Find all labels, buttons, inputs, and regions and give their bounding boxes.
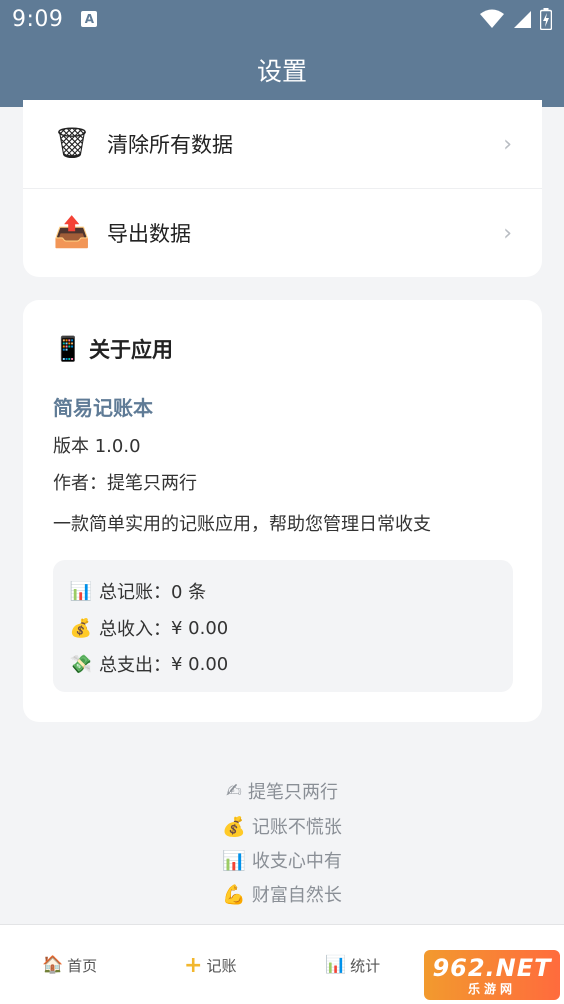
watermark-logo: 962.NET 乐游网 [424, 950, 560, 1000]
stat-total-expense: 💸 总支出： ¥ 0.00 [69, 651, 228, 677]
stats-panel: 📊 总记账： 0 条 💰 总收入： ¥ 0.00 💸 总支出： ¥ 0.00 [53, 560, 513, 692]
money-bag-icon: 💰 [69, 617, 93, 639]
about-heading: 📱 关于应用 [53, 334, 173, 364]
about-card: 📱 关于应用 简易记账本 版本 1.0.0 作者：提笔只两行 一款简单实用的记账… [23, 300, 542, 722]
chevron-right-icon: › [503, 220, 512, 246]
watermark-text: 962.NET [432, 953, 552, 982]
signal-icon [514, 11, 531, 28]
tab-home[interactable]: 🏠 首页 [42, 925, 97, 1004]
chevron-right-icon: › [503, 131, 512, 157]
battery-icon [540, 8, 552, 30]
mobile-phone-icon: 📱 [53, 335, 83, 363]
wifi-icon [480, 9, 504, 28]
money-bag-icon: 💰 [222, 815, 246, 838]
slogan-text: 记账不慌张 [251, 817, 342, 838]
slogan-text: 提笔只两行 [247, 782, 338, 803]
status-time: 9:09 [12, 6, 64, 32]
version-text: 版本 1.0.0 [53, 436, 141, 457]
watermark-subtext: 乐游网 [467, 981, 516, 996]
slogan-line: 📊 收支心中有 [0, 847, 564, 873]
clear-all-data-label: 清除所有数据 [107, 133, 233, 157]
about-heading-text: 关于应用 [89, 338, 173, 362]
status-bar: 9:09 A [0, 0, 564, 38]
writing-hand-icon: ✍ [226, 780, 242, 802]
clear-all-data-row[interactable]: 🗑 清除所有数据 › [23, 100, 542, 188]
app-bar: 9:09 A 设置 [0, 0, 564, 107]
stat-value: ¥ 0.00 [171, 653, 229, 675]
plus-icon: + [184, 952, 203, 978]
bar-chart-icon: 📊 [69, 580, 93, 602]
tab-add-record[interactable]: + 记账 [184, 925, 236, 1004]
flying-money-icon: 💸 [69, 653, 93, 675]
data-actions-card: 🗑 清除所有数据 › 📤 导出数据 › [23, 100, 542, 277]
bar-chart-icon: 📊 [325, 955, 347, 975]
slogan-line: 💰 记账不慌张 [0, 813, 564, 839]
tab-label: 统计 [350, 956, 381, 975]
page-title: 设置 [256, 57, 307, 86]
slogan-text: 财富自然长 [251, 885, 342, 906]
bar-chart-icon: 📊 [222, 849, 246, 872]
notification-icon: A [81, 11, 98, 27]
tab-label: 首页 [67, 956, 98, 975]
export-data-row[interactable]: 📤 导出数据 › [23, 189, 542, 277]
export-tray-icon: 📤 [53, 215, 91, 250]
stat-total-records: 📊 总记账： 0 条 [69, 578, 206, 604]
tab-statistics[interactable]: 📊 统计 [325, 925, 380, 1004]
author-text: 作者：提笔只两行 [53, 473, 197, 494]
stat-label: 总收入： [99, 619, 171, 640]
app-name: 简易记账本 [53, 396, 153, 420]
slogan-text: 收支心中有 [251, 851, 342, 872]
trash-icon: 🗑 [53, 126, 92, 161]
slogan-line: 💪 财富自然长 [0, 881, 564, 907]
export-data-label: 导出数据 [107, 222, 191, 246]
slogan-line: ✍ 提笔只两行 [0, 778, 564, 804]
stat-value: 0 条 [171, 582, 207, 603]
status-icons [480, 8, 552, 30]
stat-value: ¥ 0.00 [171, 617, 229, 639]
house-icon: 🏠 [42, 955, 64, 975]
stat-label: 总记账： [99, 582, 171, 603]
flexed-biceps-icon: 💪 [222, 883, 246, 906]
description-text: 一款简单实用的记账应用，帮助您管理日常收支 [53, 514, 431, 535]
tab-label: 记账 [206, 956, 237, 975]
stat-label: 总支出： [99, 655, 171, 676]
stat-total-income: 💰 总收入： ¥ 0.00 [69, 615, 228, 641]
